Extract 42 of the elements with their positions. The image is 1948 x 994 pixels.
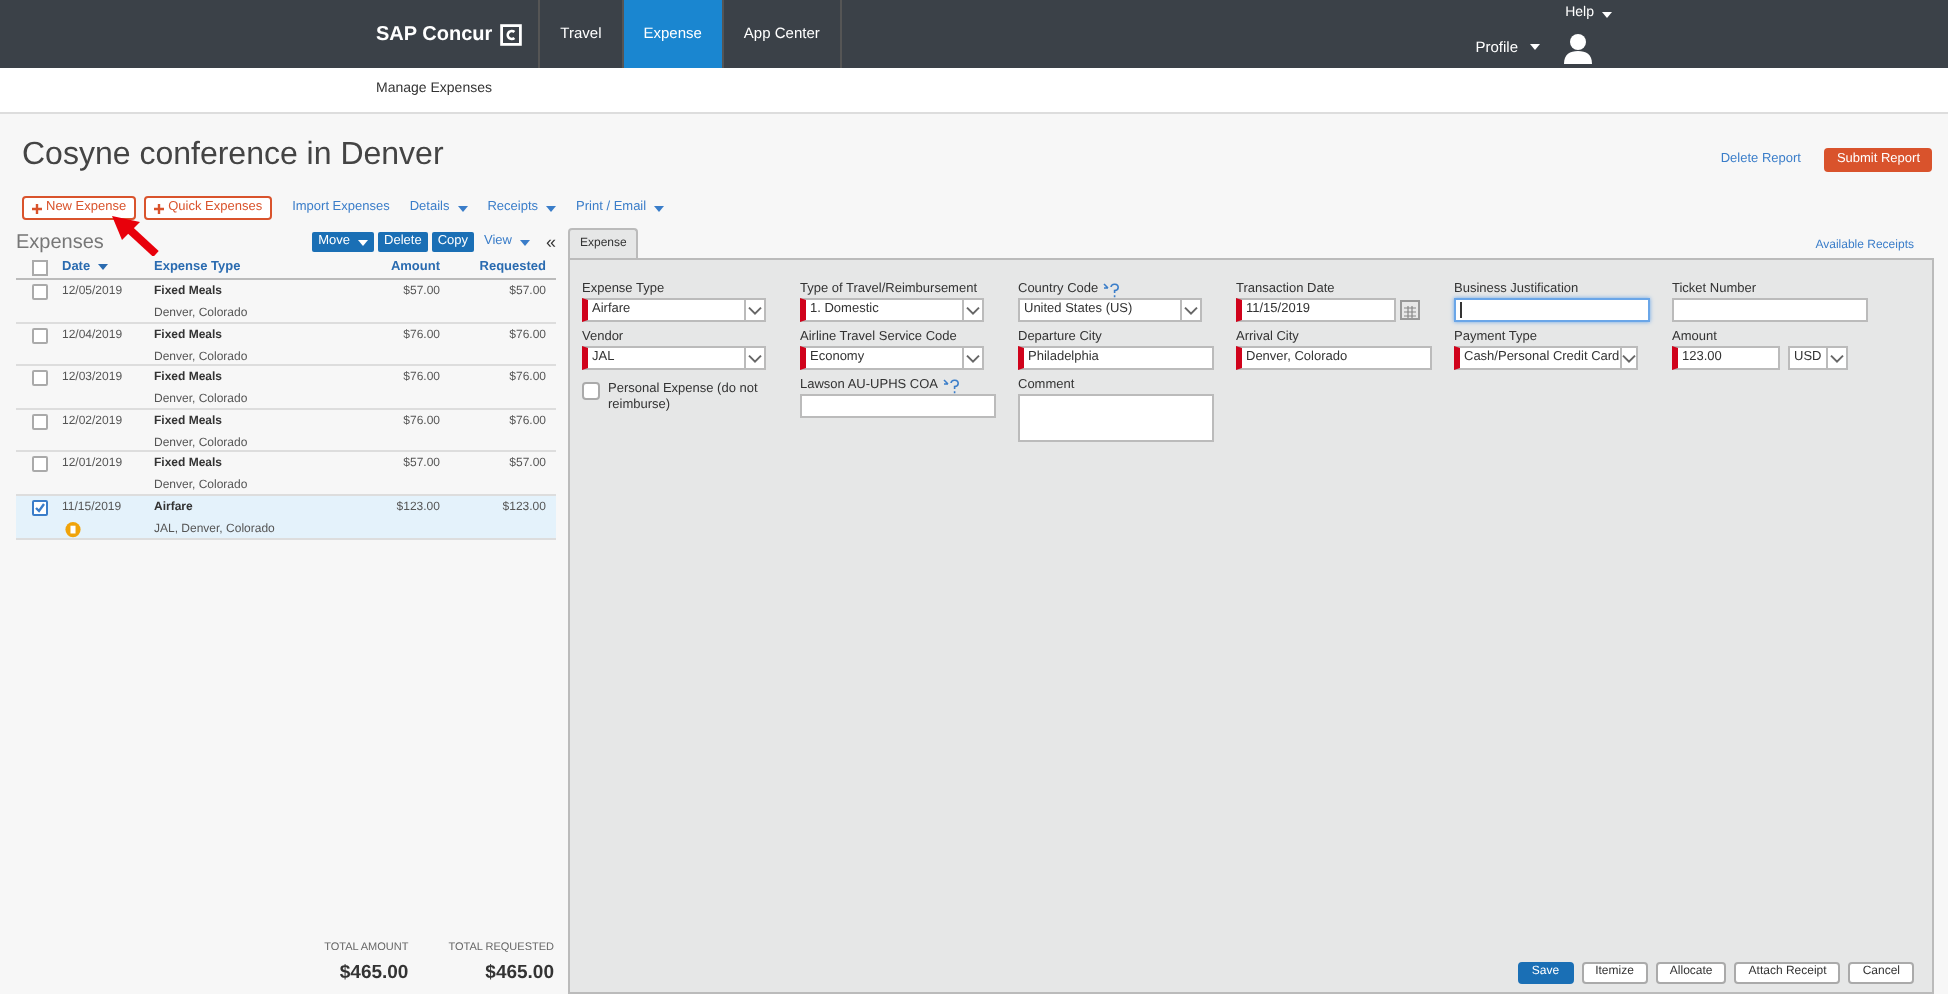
chevron-icon: [1184, 305, 1198, 315]
input-field[interactable]: [1672, 298, 1868, 322]
caret-icon: [98, 264, 109, 270]
caret-icon: [1602, 11, 1612, 18]
chevron-icon: [1830, 353, 1844, 363]
chevron-icon: [748, 305, 762, 315]
chevron-icon: [748, 353, 762, 363]
checkbox[interactable]: [582, 382, 600, 400]
row-checkbox[interactable]: [31, 370, 47, 387]
chevron-icon: [1621, 353, 1636, 363]
select-all-checkbox[interactable]: [31, 259, 47, 275]
caret-icon: [1530, 44, 1540, 50]
row-checkbox[interactable]: [31, 284, 47, 300]
check-icon: [33, 501, 45, 514]
annotation-arrow: [112, 216, 160, 256]
row-checkbox[interactable]: [31, 456, 47, 473]
collapse-button[interactable]: «: [545, 233, 556, 251]
caret-icon: [519, 239, 530, 245]
calendar-icon[interactable]: [1400, 300, 1420, 320]
help-icon[interactable]: [942, 377, 960, 393]
logo-icon: [500, 23, 523, 45]
input-field[interactable]: [800, 394, 996, 418]
chevron-icon: [966, 353, 980, 363]
avatar-icon[interactable]: [1564, 31, 1592, 63]
chevron-icon: [966, 305, 980, 315]
row-checkbox[interactable]: [31, 413, 47, 430]
caret-icon: [457, 205, 468, 211]
comment-field[interactable]: [1018, 394, 1214, 442]
help-icon[interactable]: [1102, 281, 1121, 297]
row-checkbox[interactable]: [31, 327, 47, 344]
total-value: $465.00: [339, 959, 409, 988]
plus-icon: [32, 203, 42, 213]
caret-icon: [358, 239, 369, 245]
plus-icon: [154, 203, 165, 213]
row-checkbox[interactable]: [31, 499, 47, 516]
total-value: $465.00: [485, 959, 554, 988]
expenses-heading: Expenses: [16, 229, 104, 257]
brand-logo[interactable]: SAP Concur: [376, 19, 493, 49]
caret-icon: [546, 205, 557, 211]
input-field[interactable]: [1454, 298, 1650, 322]
report-title: Cosyne conference in Denver: [22, 136, 444, 176]
caret-icon: [654, 205, 665, 211]
